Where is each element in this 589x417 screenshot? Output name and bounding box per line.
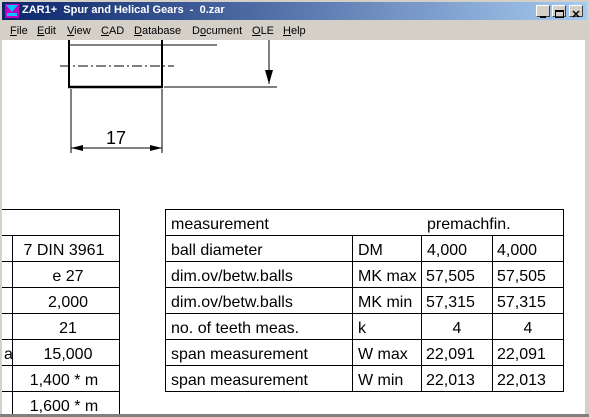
meas-row-5-sym: W max [358,346,408,363]
meas-row-3-v2: 57,315 [497,294,546,311]
meas-row-4-name: no. of teeth meas. [171,320,299,337]
maximize-icon [555,10,564,18]
meas-row-3-name: dim.ov/betw.balls [171,294,293,311]
meas-row-6-v1: 22,013 [426,372,475,389]
left-cut-text: a [4,346,13,363]
meas-row-2-name: dim.ov/betw.balls [171,268,293,285]
meas-row-1-sym: DM [358,242,383,259]
meas-row-1-v2: 4,000 [497,242,537,259]
app-icon [5,4,19,18]
menu-cad[interactable]: CAD [101,25,124,37]
menu-file[interactable]: File [10,25,28,37]
meas-row-5-v2: 22,091 [497,346,546,363]
menu-help[interactable]: Help [283,25,306,37]
close-button[interactable] [569,5,583,18]
menu-ole[interactable]: OLE [252,25,274,37]
meas-row-2-v1: 57,505 [426,268,475,285]
left-cell-2: e 27 [52,268,83,285]
left-cell-6: 1,400 * m [30,372,98,389]
meas-row-5-v1: 22,091 [426,346,475,363]
menu-document[interactable]: Document [192,25,242,37]
drawing-canvas[interactable]: 17 7 DIN 3961 e 27 2,000 21 15,000 1,400… [2,40,585,415]
left-cell-5: 15,000 [44,346,93,363]
gear-section-drawing [60,40,277,89]
menu-database[interactable]: Database [134,25,181,37]
meas-row-2-sym: MK max [358,268,417,285]
meas-header-col: premachfin. [427,216,511,233]
meas-row-6-v2: 22,013 [497,372,546,389]
left-cell-7: 1,600 * m [30,398,98,415]
close-icon [572,10,580,18]
meas-row-4-v2: 4 [524,320,533,337]
menu-bar: File Edit View CAD Database Document OLE… [2,22,587,40]
meas-row-6-sym: W min [358,372,403,389]
meas-row-5-name: span measurement [171,346,309,363]
left-cell-4: 21 [59,320,77,337]
dimension-text: 17 [106,128,126,148]
meas-row-1-v1: 4,000 [427,242,467,259]
title-bar[interactable]: ZAR1+ Spur and Helical Gears - 0.zar [2,2,587,20]
meas-header-label: measurement [171,216,269,233]
meas-row-2-v2: 57,505 [497,268,546,285]
meas-row-3-v1: 57,315 [426,294,475,311]
left-cell-1: 7 DIN 3961 [24,242,105,259]
left-cell-3: 2,000 [48,294,88,311]
meas-row-6-name: span measurement [171,372,309,389]
minimize-button[interactable] [536,5,550,18]
meas-row-4-v1: 4 [453,320,462,337]
maximize-button[interactable] [552,5,566,18]
meas-row-4-sym: k [358,320,367,337]
meas-row-3-sym: MK min [358,294,412,311]
window-title: ZAR1+ Spur and Helical Gears - 0.zar [22,4,225,16]
menu-view[interactable]: View [67,25,91,37]
meas-row-1-name: ball diameter [171,242,263,259]
minimize-icon [540,16,546,18]
menu-edit[interactable]: Edit [37,25,56,37]
